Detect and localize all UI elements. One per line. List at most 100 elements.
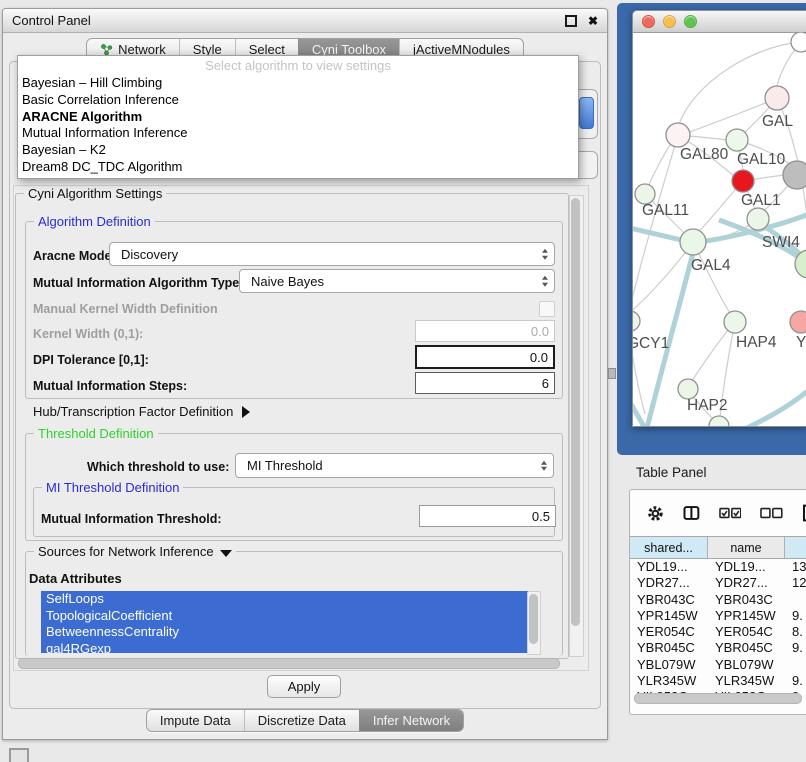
hub-definition-expander[interactable]: Hub/Transcription Factor Definition [33, 404, 250, 419]
dropdown-item[interactable]: ARACNE Algorithm [18, 109, 578, 126]
network-node[interactable] [790, 311, 806, 333]
dropdown-item[interactable]: Basic Correlation Inference [18, 92, 578, 109]
table-cell: YBR043C [708, 592, 785, 608]
threshold-definition-title: Threshold Definition [34, 426, 158, 441]
dropdown-placeholder: Select algorithm to view settings [18, 56, 578, 75]
mi-steps-value: 6 [542, 376, 549, 391]
table-panel: shared...name YDL19...YDL19...13YDR27...… [629, 489, 806, 715]
network-node[interactable] [724, 311, 746, 333]
control-panel-titlebar[interactable]: Control Panel ✖ [3, 9, 607, 33]
network-node[interactable] [678, 379, 698, 399]
network-canvas[interactable]: GALGAL80GAL10GAL1GAL11SWI4GAL4GCY1HAP4YH… [633, 32, 806, 426]
tab-label: Infer Network [373, 713, 450, 728]
float-window-icon[interactable] [565, 15, 577, 27]
mi-algorithm-type-combobox[interactable]: Naive Bayes [239, 269, 555, 293]
select-all-rows-icon[interactable] [719, 507, 742, 519]
table-cell: YPR145W [708, 608, 785, 624]
network-node[interactable] [666, 123, 690, 147]
dropdown-item[interactable]: Dream8 DC_TDC Algorithm [18, 159, 578, 176]
network-node[interactable] [633, 311, 640, 331]
network-window-titlebar[interactable] [633, 11, 806, 33]
which-threshold-value: MI Threshold [247, 458, 323, 473]
network-node[interactable] [732, 170, 754, 192]
table-body: YDL19...YDL19...13YDR27...YDR27...12YBR0… [630, 559, 806, 700]
table-row[interactable]: YBL079WYBL079W [630, 657, 806, 673]
node-label: GCY1 [633, 335, 669, 352]
node-label: GAL11 [642, 202, 689, 219]
combobox-stepper-icon [541, 460, 547, 471]
table-cell: YER054C [708, 624, 785, 640]
network-edge-highlighted[interactable] [743, 389, 806, 426]
kernel-width-label: Kernel Width (0,1): [33, 327, 143, 341]
table-row[interactable]: YLR345WYLR345W9. [630, 673, 806, 689]
table-horizontal-scrollbar[interactable] [633, 693, 803, 703]
attribute-list-item[interactable]: SelfLoops [41, 591, 539, 608]
close-icon[interactable]: ✖ [588, 15, 598, 27]
tab-impute-data[interactable]: Impute Data [147, 710, 244, 731]
table-row[interactable]: YPR145WYPR145W9. [630, 608, 806, 624]
deselect-all-rows-icon[interactable] [760, 507, 783, 519]
aracne-mode-combobox[interactable]: Discovery [109, 242, 555, 266]
export-table-icon[interactable] [802, 504, 806, 522]
network-edge[interactable] [633, 135, 678, 312]
dropdown-item[interactable]: Bayesian – K2 [18, 142, 578, 159]
scrollbar-thumb[interactable] [18, 658, 560, 669]
minimized-panel-icon[interactable] [9, 748, 29, 762]
settings-vertical-scrollbar[interactable] [569, 195, 584, 657]
mi-threshold-value: 0.5 [532, 509, 550, 524]
mi-threshold-field[interactable]: 0.5 [419, 505, 556, 527]
control-panel-title: Control Panel [12, 13, 91, 28]
which-threshold-combobox[interactable]: MI Threshold [235, 453, 554, 478]
manual-kernel-checkbox[interactable] [539, 301, 555, 317]
table-cell: YDR27... [708, 575, 785, 591]
algorithm-dropdown-list[interactable]: Select algorithm to view settings Bayesi… [17, 55, 579, 179]
table-row[interactable]: YDR27...YDR27...12 [630, 575, 806, 591]
gear-icon[interactable] [647, 505, 664, 522]
table-row[interactable]: YBR045CYBR045C9. [630, 640, 806, 656]
tab-infer-network[interactable]: Infer Network [359, 710, 463, 731]
minimize-button[interactable] [663, 15, 676, 28]
settings-horizontal-scrollbar[interactable] [17, 658, 569, 668]
node-label: HAP4 [736, 334, 777, 351]
attributes-list-scrollbar[interactable] [527, 591, 541, 655]
dropdown-item[interactable]: Mutual Information Inference [18, 125, 578, 142]
panel-splitter-grip[interactable] [608, 368, 616, 379]
apply-button[interactable]: Apply [267, 675, 341, 698]
table-cell: YLR345W [630, 673, 708, 689]
column-header[interactable]: shared... [630, 537, 708, 558]
network-node[interactable] [747, 208, 769, 230]
network-node[interactable] [680, 229, 706, 255]
column-header[interactable] [785, 537, 806, 558]
manual-kernel-label: Manual Kernel Width Definition [33, 302, 218, 316]
network-edge-highlighted[interactable] [633, 390, 646, 426]
table-cell: YDR27... [630, 575, 708, 591]
network-node[interactable] [783, 161, 806, 189]
attribute-list-item[interactable]: BetweennessCentrality [41, 624, 539, 641]
table-row[interactable]: YDL19...YDL19...13 [630, 559, 806, 575]
column-visibility-icon[interactable] [683, 505, 700, 521]
dropdown-item[interactable]: Bayesian – Hill Climbing [18, 75, 578, 92]
network-node[interactable] [765, 86, 789, 110]
mi-steps-field[interactable]: 6 [415, 372, 555, 394]
network-node[interactable] [791, 32, 806, 52]
network-node[interactable] [635, 184, 655, 204]
column-header[interactable]: name [708, 537, 785, 558]
attribute-list-item[interactable]: TopologicalCoefficient [41, 608, 539, 625]
data-attributes-list[interactable]: SelfLoopsTopologicalCoefficientBetweenne… [41, 591, 539, 653]
zoom-button[interactable] [684, 15, 697, 28]
node-label: GAL1 [741, 192, 781, 209]
scrollbar-thumb[interactable] [529, 594, 538, 644]
scrollbar-thumb[interactable] [634, 693, 802, 704]
kernel-width-field[interactable]: 0.0 [415, 320, 555, 342]
dpi-tolerance-field[interactable]: 0.0 [415, 345, 555, 369]
sources-group-title[interactable]: Sources for Network Inference [34, 544, 236, 559]
table-row[interactable]: YER054CYER054C8. [630, 624, 806, 640]
close-button[interactable] [642, 15, 655, 28]
table-row[interactable]: YBR043CYBR043C [630, 592, 806, 608]
attribute-list-item[interactable]: gal4RGexp [41, 641, 539, 654]
scrollbar-thumb[interactable] [571, 198, 580, 626]
network-node[interactable] [726, 129, 748, 151]
node-label: HAP2 [687, 397, 728, 414]
tab-discretize-data[interactable]: Discretize Data [244, 710, 359, 731]
tab-label: Discretize Data [258, 713, 346, 728]
